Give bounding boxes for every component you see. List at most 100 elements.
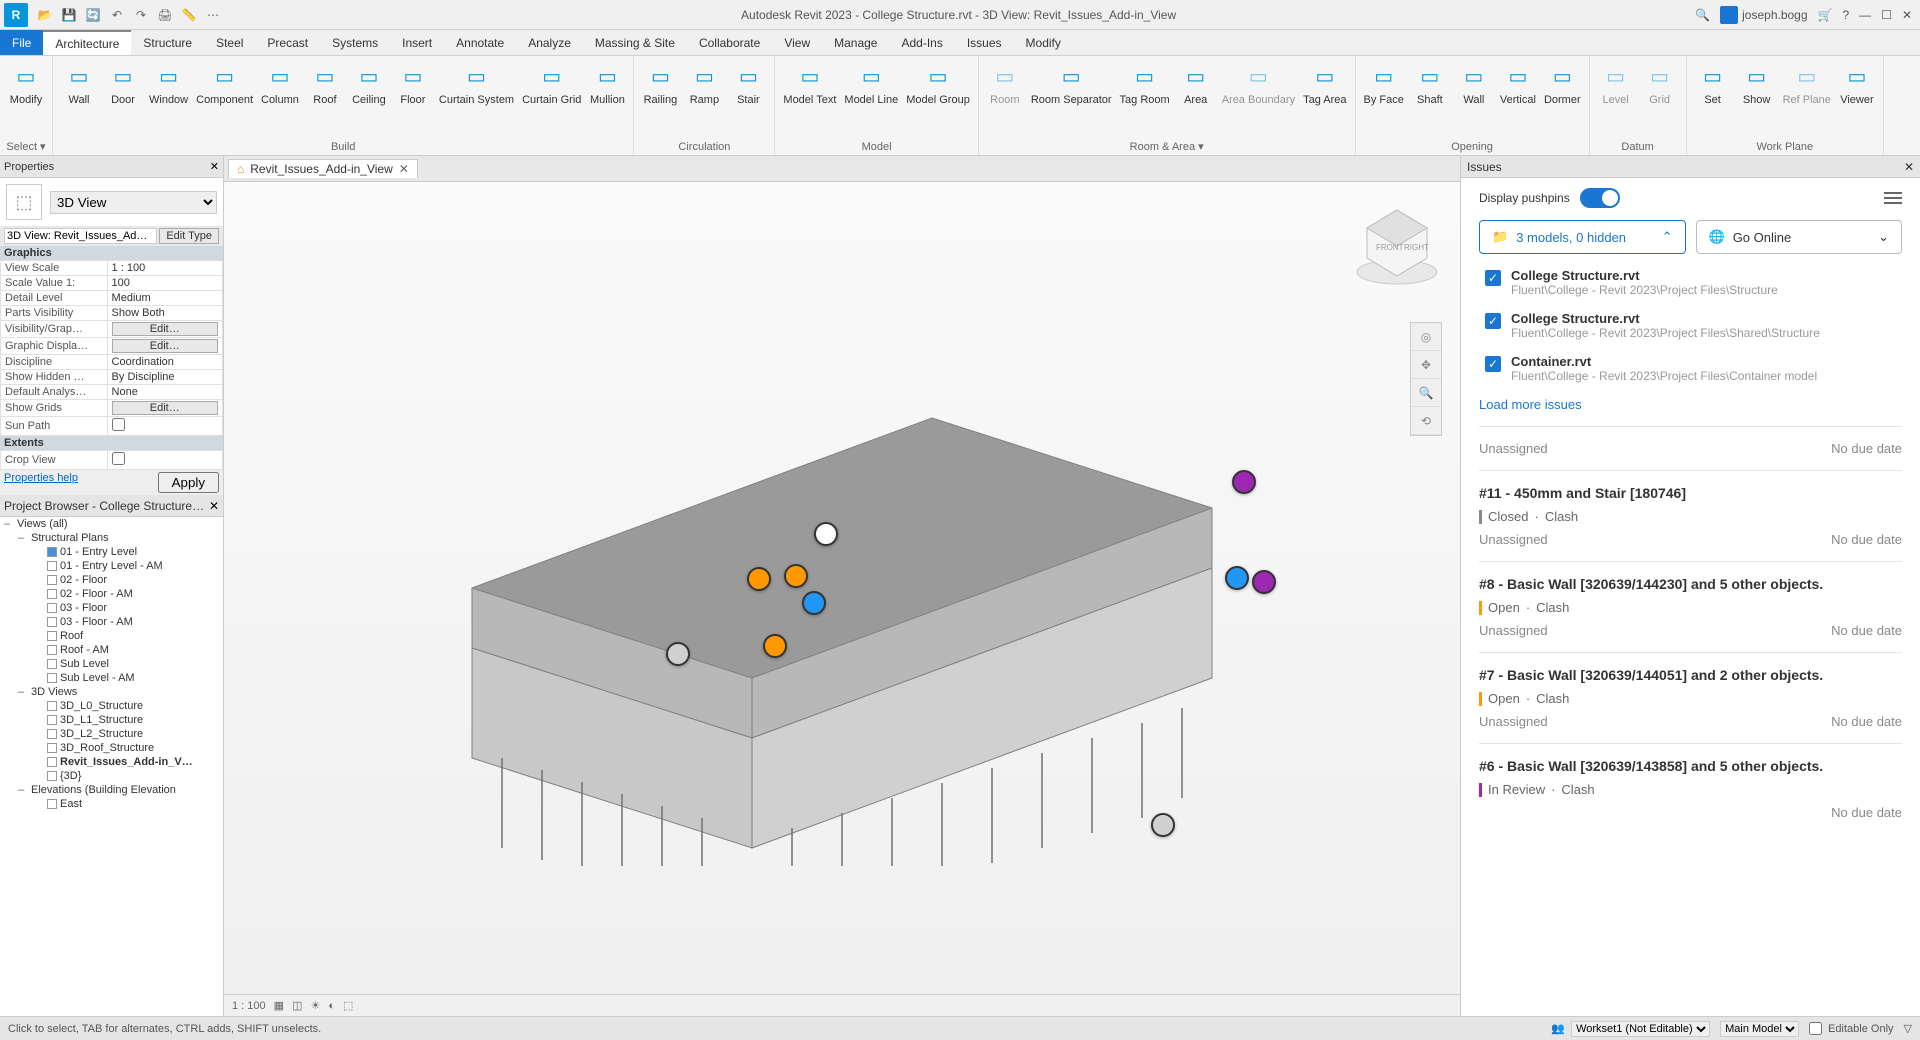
qat-print-icon[interactable]: 🖨 xyxy=(156,6,174,24)
search-icon[interactable]: 🔍 xyxy=(1695,8,1710,22)
tab-issues[interactable]: Issues xyxy=(955,30,1014,55)
tool-vertical[interactable]: ▭Vertical xyxy=(1498,58,1538,139)
tool-room-separator[interactable]: ▭Room Separator xyxy=(1029,58,1114,138)
tree-node[interactable]: 3D_Roof_Structure xyxy=(0,741,223,755)
checkbox-icon[interactable]: ✓ xyxy=(1485,270,1501,286)
prop-value[interactable] xyxy=(107,417,222,436)
tool-door[interactable]: ▭Door xyxy=(103,58,143,139)
cart-icon[interactable]: 🛒 xyxy=(1818,8,1833,22)
qat-open-icon[interactable]: 📂 xyxy=(36,6,54,24)
prop-value[interactable]: Edit… xyxy=(107,338,222,355)
view-scale[interactable]: 1 : 100 xyxy=(232,1000,266,1012)
tree-node[interactable]: {3D} xyxy=(0,769,223,783)
prop-value[interactable]: Edit… xyxy=(107,400,222,417)
pushpin-blue[interactable] xyxy=(802,591,826,615)
load-more-link[interactable]: Load more issues xyxy=(1479,397,1902,412)
qat-undo-icon[interactable]: ↶ xyxy=(108,6,126,24)
close-tab-icon[interactable]: ✕ xyxy=(399,162,409,176)
tree-node[interactable]: –Structural Plans xyxy=(0,531,223,545)
tree-node[interactable]: Revit_Issues_Add-in_V… xyxy=(0,755,223,769)
prop-value[interactable]: By Discipline xyxy=(107,370,222,385)
filter-icon[interactable]: ▽ xyxy=(1904,1022,1912,1035)
qat-sync-icon[interactable]: 🔄 xyxy=(84,6,102,24)
prop-value[interactable]: Edit… xyxy=(107,321,222,338)
tool-column[interactable]: ▭Column xyxy=(259,58,301,139)
tool-shaft[interactable]: ▭Shaft xyxy=(1410,58,1450,139)
model-row[interactable]: ✓College Structure.rvtFluent\College - R… xyxy=(1485,268,1902,297)
qat-redo-icon[interactable]: ↷ xyxy=(132,6,150,24)
prop-value[interactable]: Coordination xyxy=(107,355,222,370)
tree-node[interactable]: 3D_L2_Structure xyxy=(0,727,223,741)
tree-node[interactable]: Sub Level - AM xyxy=(0,671,223,685)
tab-view[interactable]: View xyxy=(772,30,822,55)
maximize-icon[interactable]: ☐ xyxy=(1881,8,1892,22)
tool-curtain-grid[interactable]: ▭Curtain Grid xyxy=(520,58,583,139)
tree-node[interactable]: 03 - Floor - AM xyxy=(0,615,223,629)
tool-window[interactable]: ▭Window xyxy=(147,58,190,139)
tool-model-line[interactable]: ▭Model Line xyxy=(842,58,900,139)
tool-show[interactable]: ▭Show xyxy=(1737,58,1777,139)
close-browser-icon[interactable]: ✕ xyxy=(209,499,219,513)
edit-type-button[interactable]: Edit Type xyxy=(159,228,219,244)
qat-measure-icon[interactable]: 📏 xyxy=(180,6,198,24)
tool-model-group[interactable]: ▭Model Group xyxy=(904,58,972,139)
tree-node[interactable]: 01 - Entry Level - AM xyxy=(0,559,223,573)
qat-save-icon[interactable]: 💾 xyxy=(60,6,78,24)
help-icon[interactable]: ? xyxy=(1842,8,1849,22)
view-name-field[interactable] xyxy=(4,228,157,244)
tree-node[interactable]: –Views (all) xyxy=(0,517,223,531)
go-online-button[interactable]: 🌐 Go Online ⌄ xyxy=(1696,220,1903,254)
pan-icon[interactable]: ✥ xyxy=(1411,351,1441,379)
issue-item[interactable]: #8 - Basic Wall [320639/144230] and 5 ot… xyxy=(1479,561,1902,652)
display-pushpins-toggle[interactable] xyxy=(1580,188,1620,208)
issue-item[interactable]: #7 - Basic Wall [320639/144051] and 2 ot… xyxy=(1479,652,1902,743)
tab-precast[interactable]: Precast xyxy=(255,30,320,55)
tool-curtain-system[interactable]: ▭Curtain System xyxy=(437,58,516,139)
tool-by-face[interactable]: ▭By Face xyxy=(1362,58,1406,139)
steering-wheel-icon[interactable]: ◎ xyxy=(1411,323,1441,351)
tool-set[interactable]: ▭Set xyxy=(1693,58,1733,139)
orbit-icon[interactable]: ⟲ xyxy=(1411,407,1441,435)
tool-stair[interactable]: ▭Stair xyxy=(728,58,768,139)
pushpin-gray[interactable] xyxy=(1151,813,1175,837)
tool-tag-room[interactable]: ▭Tag Room xyxy=(1118,58,1172,138)
tool-ceiling[interactable]: ▭Ceiling xyxy=(349,58,389,139)
editable-only-checkbox[interactable] xyxy=(1809,1022,1822,1035)
tree-node[interactable]: 03 - Floor xyxy=(0,601,223,615)
close-issues-icon[interactable]: ✕ xyxy=(1904,160,1914,174)
model-select[interactable]: Main Model xyxy=(1720,1021,1799,1037)
properties-help-link[interactable]: Properties help xyxy=(4,472,78,493)
tool-dormer[interactable]: ▭Dormer xyxy=(1542,58,1583,139)
tree-node[interactable]: Roof - AM xyxy=(0,643,223,657)
close-properties-icon[interactable]: ✕ xyxy=(210,160,219,173)
tree-node[interactable]: East xyxy=(0,797,223,811)
tool-wall[interactable]: ▭Wall xyxy=(59,58,99,139)
prop-value[interactable]: None xyxy=(107,385,222,400)
tool-tag-area[interactable]: ▭Tag Area xyxy=(1301,58,1348,138)
pushpin-orange[interactable] xyxy=(763,634,787,658)
pushpin-orange[interactable] xyxy=(784,564,808,588)
view-cube[interactable]: RIGHT FRONT xyxy=(1352,200,1442,290)
project-browser-tree[interactable]: –Views (all)–Structural Plans01 - Entry … xyxy=(0,517,223,1016)
tree-node[interactable]: –3D Views xyxy=(0,685,223,699)
minimize-icon[interactable]: — xyxy=(1859,8,1871,22)
tree-node[interactable]: 01 - Entry Level xyxy=(0,545,223,559)
tab-add-ins[interactable]: Add-Ins xyxy=(889,30,954,55)
tree-node[interactable]: Sub Level xyxy=(0,657,223,671)
navigation-bar[interactable]: ◎ ✥ 🔍 ⟲ xyxy=(1410,322,1442,436)
tab-file[interactable]: File xyxy=(0,30,43,55)
qat-misc-icon[interactable]: ⋯ xyxy=(204,6,222,24)
tab-modify[interactable]: Modify xyxy=(1014,30,1073,55)
view-tab[interactable]: ⌂ Revit_Issues_Add-in_View ✕ xyxy=(228,159,418,178)
tree-node[interactable]: 3D_L1_Structure xyxy=(0,713,223,727)
tree-node[interactable]: Roof xyxy=(0,629,223,643)
tool-component[interactable]: ▭Component xyxy=(194,58,255,139)
shadow-icon[interactable]: ◐ xyxy=(328,1000,335,1012)
workset-icon[interactable]: 👥 xyxy=(1551,1022,1565,1035)
sun-icon[interactable]: ☀ xyxy=(310,999,320,1012)
zoom-icon[interactable]: 🔍 xyxy=(1411,379,1441,407)
tab-analyze[interactable]: Analyze xyxy=(516,30,583,55)
type-selector[interactable]: 3D View xyxy=(50,191,217,214)
prop-value[interactable]: 100 xyxy=(107,276,222,291)
issue-item[interactable]: #6 - Basic Wall [320639/143858] and 5 ot… xyxy=(1479,743,1902,834)
